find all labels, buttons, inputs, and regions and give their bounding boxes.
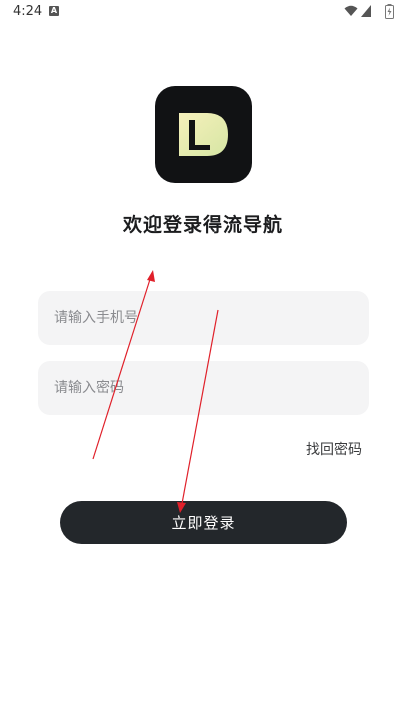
password-input[interactable] [54, 361, 354, 415]
battery-icon [385, 4, 394, 19]
a-icon: A [49, 6, 59, 16]
password-field[interactable] [38, 361, 369, 415]
app-logo-icon [155, 86, 252, 183]
signal-icon [361, 5, 371, 17]
forgot-password-link[interactable]: 找回密码 [306, 439, 362, 459]
annotation-arrowhead [147, 270, 155, 282]
phone-input[interactable] [54, 291, 354, 345]
login-button[interactable]: 立即登录 [60, 501, 347, 544]
wifi-icon [344, 5, 358, 16]
phone-field[interactable] [38, 291, 369, 345]
welcome-title: 欢迎登录得流导航 [122, 214, 283, 236]
status-bar: 4:24 A [0, 0, 406, 24]
status-time: 4:24 [13, 4, 43, 19]
